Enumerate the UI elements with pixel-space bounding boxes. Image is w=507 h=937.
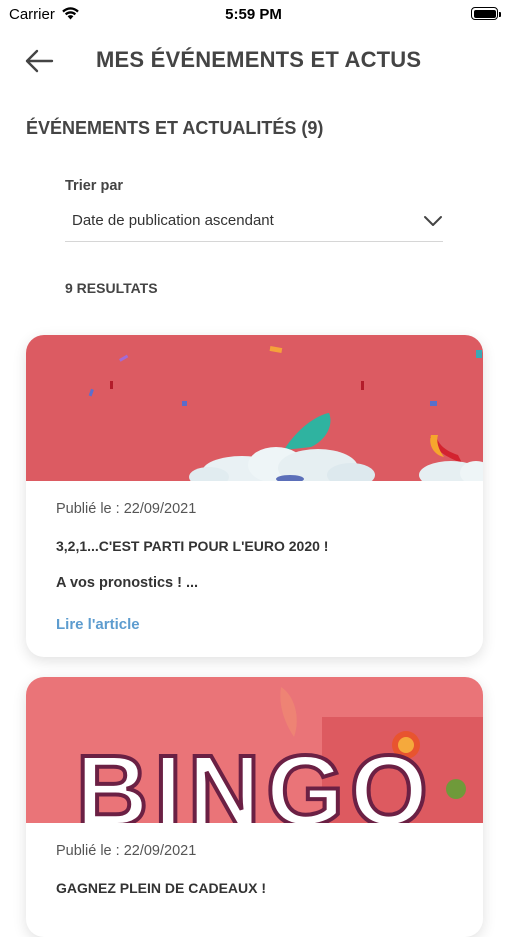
clock: 5:59 PM xyxy=(225,6,282,23)
sort-selected-value: Date de publication ascendant xyxy=(72,212,274,229)
article-title: GAGNEZ PLEIN DE CADEAUX ! xyxy=(56,880,267,896)
article-excerpt: A vos pronostics ! ... xyxy=(56,575,199,591)
banner-bingo-text: BINGO xyxy=(76,735,434,823)
article-date: Publié le : 22/09/2021 xyxy=(56,843,197,859)
results-count: 9 RESULTATS xyxy=(65,280,158,296)
article-date: Publié le : 22/09/2021 xyxy=(56,501,197,517)
status-bar: Carrier 5:59 PM xyxy=(0,0,507,30)
article-card[interactable]: BINGO Publié le : 22/09/2021 GAGNEZ PLEI… xyxy=(26,677,483,937)
nav-header: MES ÉVÉNEMENTS ET ACTUS xyxy=(0,38,507,84)
read-article-link[interactable]: Lire l'article xyxy=(56,616,140,633)
section-title: ÉVÉNEMENTS ET ACTUALITÉS (9) xyxy=(26,118,324,138)
page-title: MES ÉVÉNEMENTS ET ACTUS xyxy=(96,47,422,72)
article-title: 3,2,1...C'EST PARTI POUR L'EURO 2020 ! xyxy=(56,538,329,554)
back-arrow-icon[interactable] xyxy=(24,48,54,74)
sort-select[interactable]: Date de publication ascendant xyxy=(65,203,443,242)
battery-icon xyxy=(471,7,501,20)
article-card[interactable]: Publié le : 22/09/2021 3,2,1...C'EST PAR… xyxy=(26,335,483,657)
chevron-down-icon xyxy=(424,216,442,226)
article-banner-image: BINGO xyxy=(26,677,483,823)
sort-label: Trier par xyxy=(65,178,124,194)
article-banner-image xyxy=(26,335,483,481)
